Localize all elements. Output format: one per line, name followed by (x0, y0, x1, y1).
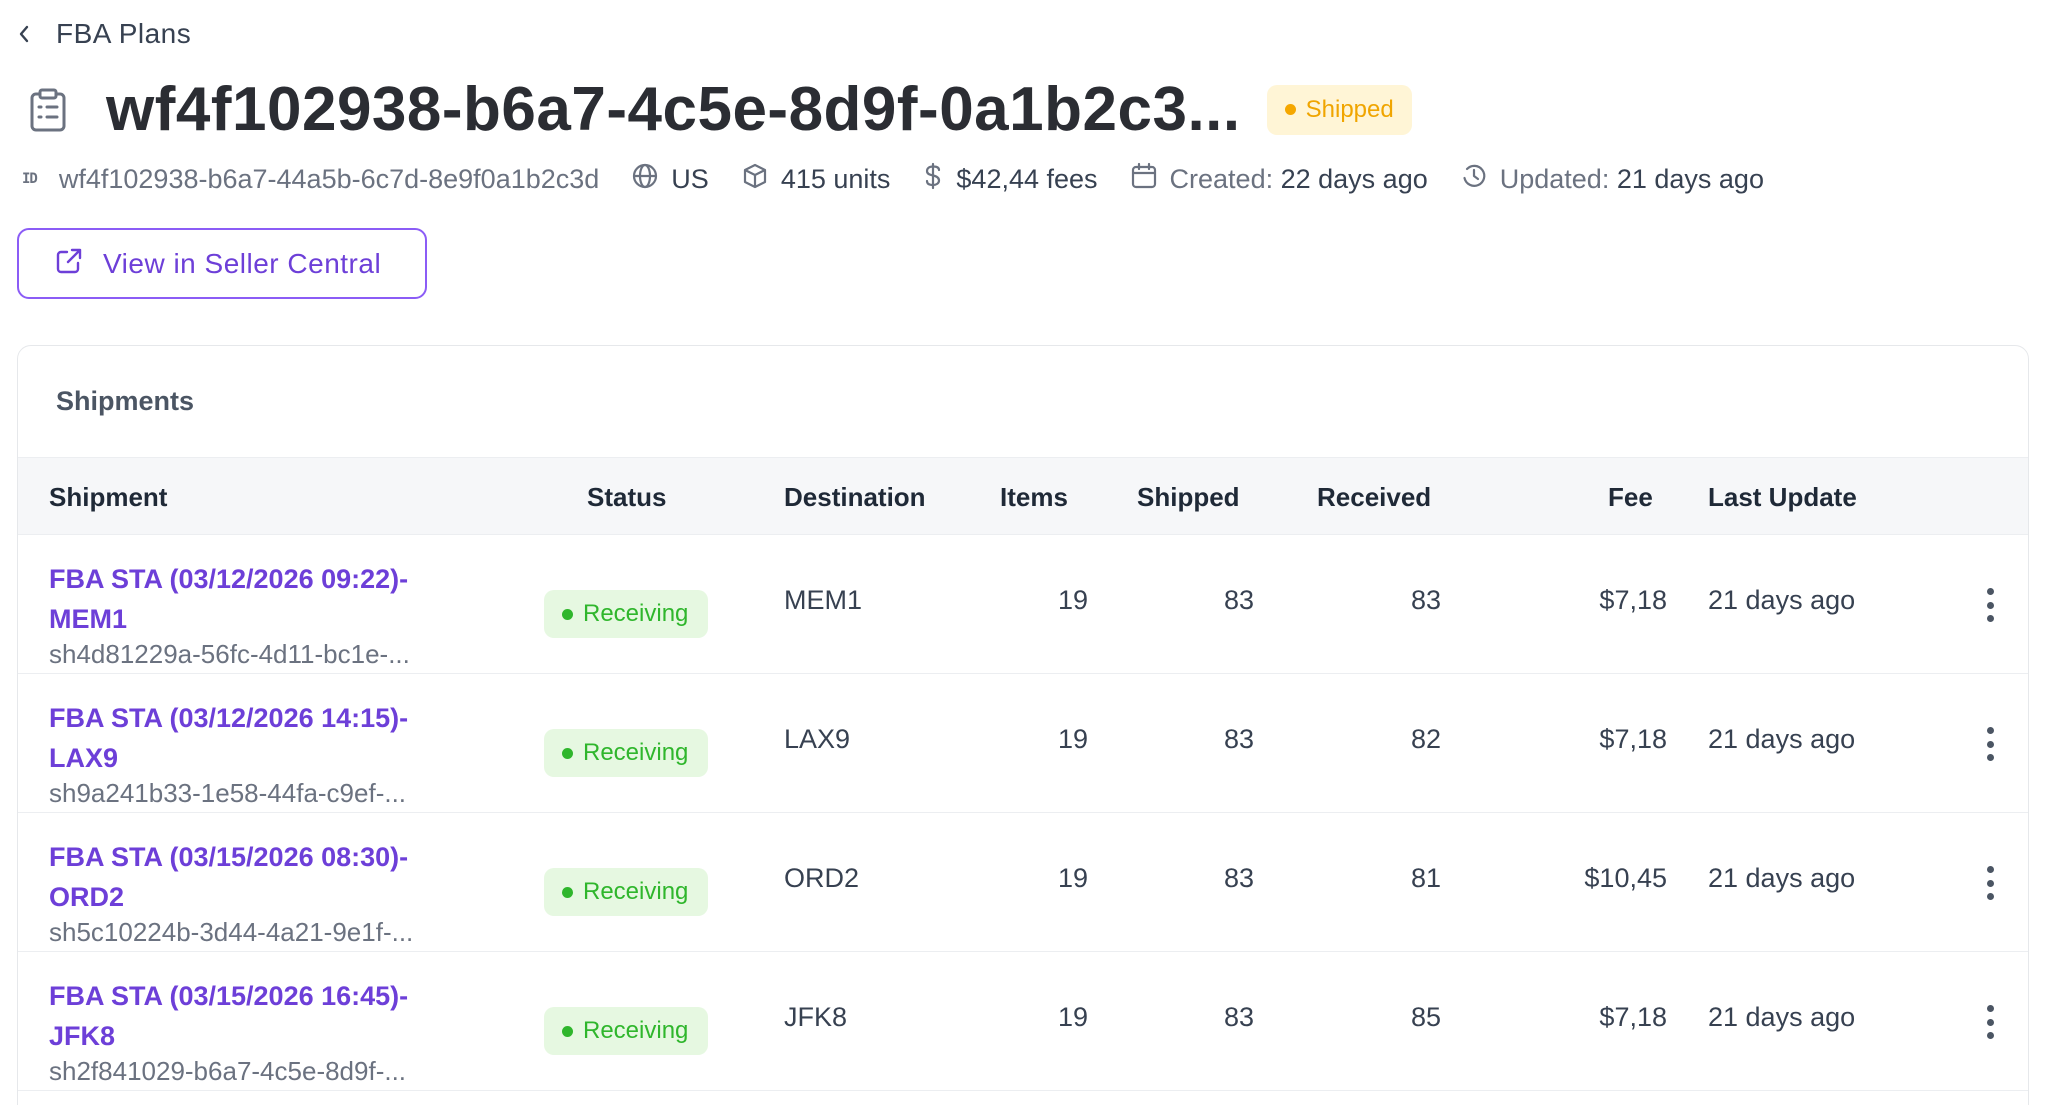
column-header-destination: Destination (784, 482, 926, 512)
shipments-table-header: Shipment Status Destination Items Shippe… (18, 457, 2028, 535)
shipments-title: Shipments (56, 386, 195, 416)
column-header-received: Received (1317, 482, 1432, 512)
received-cell: 85 (1410, 1002, 1441, 1032)
status-dot (562, 886, 573, 898)
calendar-icon (1130, 162, 1170, 197)
shipped-cell: 83 (1223, 724, 1254, 754)
fee-cell: $7,18 (1599, 585, 1667, 615)
row-actions-menu-icon[interactable] (1978, 724, 2002, 764)
row-actions-menu-icon[interactable] (1978, 1002, 2002, 1042)
column-header-status: Status (587, 482, 667, 512)
fee-cell: $7,18 (1599, 1002, 1667, 1032)
received-cell: 81 (1410, 863, 1441, 893)
fee-cell: $7,18 (1599, 724, 1667, 754)
shipment-name-link[interactable]: FBA STA (03/15/2026 08:30)- ORD2 (49, 837, 489, 917)
units-value: 415 units (780, 163, 891, 194)
updated-label: Updated: (1499, 163, 1610, 194)
status-badge-label: Receiving (583, 878, 689, 905)
column-header-last-update: Last Update (1708, 482, 1857, 512)
status-badge-label: Shipped (1305, 95, 1394, 123)
status-badge: Receiving (544, 729, 708, 777)
plan-meta: ID wf4f102938-b6a7-44a5b-6c7d-8e9f0a1b2c… (22, 160, 1796, 198)
marketplace: US (631, 162, 709, 197)
items-cell: 19 (1057, 585, 1088, 615)
last-update-cell: 21 days ago (1708, 724, 1856, 754)
status-badge: Receiving (544, 590, 708, 638)
column-header-shipment: Shipment (49, 482, 168, 512)
status-badge: Receiving (544, 1007, 708, 1055)
shipment-id: sh9a241b33-1e58-44fa-c9ef-... (49, 778, 407, 808)
plan-id: ID wf4f102938-b6a7-44a5b-6c7d-8e9f0a1b2c… (22, 164, 599, 195)
destination-cell: LAX9 (784, 724, 851, 754)
destination-cell: JFK8 (784, 1002, 848, 1032)
globe-icon (631, 162, 671, 197)
table-row[interactable]: FBA STA (03/15/2026 08:30)- ORD2 sh5c1022… (18, 813, 2028, 952)
view-in-seller-central-label: View in Seller Central (103, 247, 382, 279)
dollar-icon (922, 162, 956, 197)
clipboard-list-icon (28, 87, 68, 133)
status-badge-label: Receiving (583, 1017, 689, 1044)
status-badge: Receiving (544, 868, 708, 916)
shipment-name-link[interactable]: FBA STA (03/12/2026 09:22)- MEM1 (49, 559, 489, 639)
table-row[interactable]: FBA STA (03/12/2026 09:22)- MEM1 sh4d8122… (18, 535, 2028, 674)
status-dot (562, 1025, 573, 1037)
last-update-cell: 21 days ago (1708, 1002, 1856, 1032)
created-at: Created: 22 days ago (1130, 162, 1428, 197)
shipment-name-link[interactable]: FBA STA (03/12/2026 14:15)- LAX9 (49, 698, 489, 778)
created-label: Created: (1169, 163, 1274, 194)
units: 415 units (741, 162, 891, 197)
updated-value: 21 days ago (1616, 163, 1764, 194)
breadcrumb-label[interactable]: FBA Plans (56, 18, 191, 50)
shipped-cell: 83 (1223, 863, 1254, 893)
status-badge-label: Receiving (583, 739, 689, 766)
plan-id-value: wf4f102938-b6a7-44a5b-6c7d-8e9f0a1b2c3d (58, 163, 600, 194)
status-dot (1284, 104, 1296, 115)
column-header-shipped: Shipped (1137, 482, 1240, 512)
page-title: wf4f102938-b6a7-4c5e-8d9f-0a1b2c3... (106, 75, 1241, 144)
row-actions-menu-icon[interactable] (1978, 863, 2002, 903)
shipment-id: sh4d81229a-56fc-4d11-bc1e-... (49, 639, 410, 669)
status-badge-label: Receiving (583, 600, 689, 627)
shipment-id: sh2f841029-b6a7-4c5e-8d9f-... (49, 1056, 407, 1086)
page-header: wf4f102938-b6a7-4c5e-8d9f-0a1b2c3... Shi… (28, 74, 1412, 145)
fee-cell: $10,45 (1584, 863, 1667, 893)
received-cell: 82 (1410, 724, 1441, 754)
view-in-seller-central-button[interactable]: View in Seller Central (17, 228, 427, 299)
clock-history-icon (1460, 162, 1500, 197)
received-cell: 83 (1410, 585, 1441, 615)
table-row[interactable]: FBA STA (03/15/2026 16:45)- JFK8 sh2f8410… (18, 952, 2028, 1091)
status-badge: Shipped (1266, 84, 1412, 135)
shipment-name-link[interactable]: FBA STA (03/15/2026 16:45)- JFK8 (49, 976, 489, 1056)
updated-at: Updated: 21 days ago (1460, 162, 1764, 197)
table-row[interactable]: FBA STA (03/12/2026 14:15)- LAX9 sh9a241b… (18, 674, 2028, 813)
fees-value: $42,44 fees (956, 163, 1098, 194)
fees: $42,44 fees (922, 162, 1098, 197)
destination-cell: ORD2 (784, 863, 860, 893)
status-dot (562, 608, 573, 620)
id-icon: ID (22, 171, 38, 187)
row-actions-menu-icon[interactable] (1978, 585, 2002, 625)
destination-cell: MEM1 (784, 585, 863, 615)
breadcrumb-back[interactable]: FBA Plans (18, 14, 191, 54)
created-value: 22 days ago (1280, 163, 1428, 194)
shipment-id: sh5c10224b-3d44-4a21-9e1f-... (49, 917, 414, 947)
marketplace-value: US (671, 163, 709, 194)
items-cell: 19 (1057, 1002, 1088, 1032)
external-link-icon (55, 247, 83, 280)
shipped-cell: 83 (1223, 1002, 1254, 1032)
box-icon (741, 162, 781, 197)
items-cell: 19 (1057, 863, 1088, 893)
column-header-fee: Fee (1608, 482, 1653, 512)
status-dot (562, 747, 573, 759)
last-update-cell: 21 days ago (1708, 863, 1856, 893)
shipments-card: Shipments Shipment Status Destination It… (17, 345, 2029, 1105)
chevron-left-icon (18, 24, 34, 44)
shipped-cell: 83 (1223, 585, 1254, 615)
column-header-items: Items (1000, 482, 1068, 512)
last-update-cell: 21 days ago (1708, 585, 1856, 615)
items-cell: 19 (1057, 724, 1088, 754)
